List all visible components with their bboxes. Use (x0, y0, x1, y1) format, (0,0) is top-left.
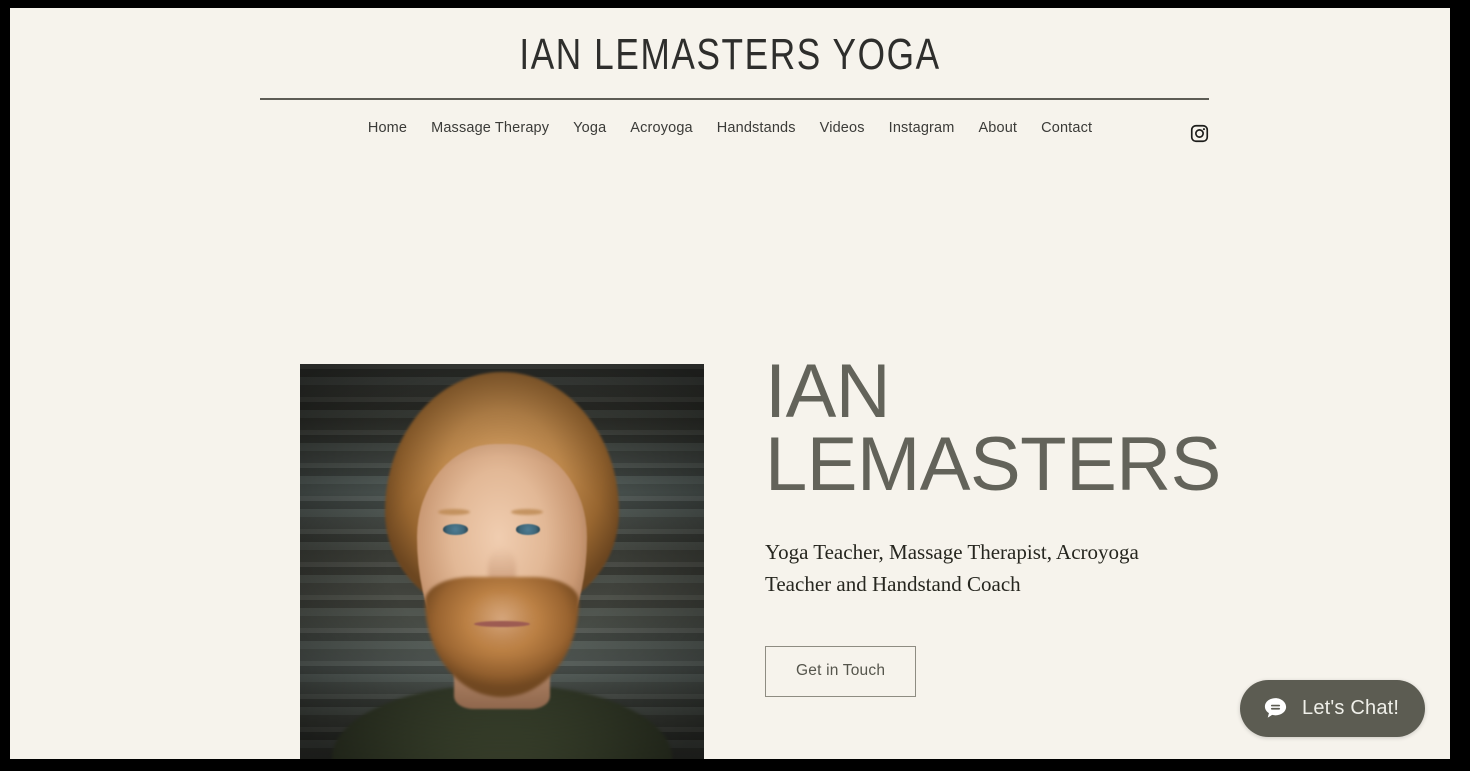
nav-item-about[interactable]: About (966, 116, 1029, 140)
nav-list: Home Massage Therapy Yoga Acroyoga Hands… (10, 116, 1450, 140)
hero-section: IAN LEMASTERS Yoga Teacher, Massage Ther… (10, 166, 1450, 759)
portrait-face (417, 444, 587, 677)
nav-item-acroyoga[interactable]: Acroyoga (618, 116, 704, 140)
chat-bubble-icon (1264, 698, 1287, 718)
chat-widget-label: Let's Chat! (1302, 697, 1400, 719)
nav-item-instagram[interactable]: Instagram (877, 116, 967, 140)
portrait-brow-right (510, 509, 544, 516)
portrait-brow-left (438, 509, 471, 516)
hero-heading: IAN LEMASTERS (765, 349, 1235, 507)
nav-item-yoga[interactable]: Yoga (561, 116, 618, 140)
portrait-eye-right (516, 524, 541, 535)
nav-item-contact[interactable]: Contact (1029, 116, 1104, 140)
portrait-mouth (473, 620, 531, 628)
hero-tagline: Yoga Teacher, Massage Therapist, Acroyog… (765, 539, 1139, 597)
portrait-shirt (332, 684, 672, 759)
portrait-hair (384, 372, 620, 613)
nav-item-massage-therapy[interactable]: Massage Therapy (419, 116, 561, 140)
get-in-touch-button[interactable]: Get in Touch (765, 646, 917, 697)
portrait-neck (453, 644, 551, 709)
site-header: IAN LEMASTERS YOGA (10, 8, 1450, 106)
chat-widget[interactable]: Let's Chat! (1240, 680, 1426, 737)
site-title: IAN LEMASTERS YOGA (519, 30, 941, 79)
nav-item-videos[interactable]: Videos (808, 116, 877, 140)
nav-item-handstands[interactable]: Handstands (705, 116, 808, 140)
hero-heading-line-1: IAN (765, 349, 891, 434)
site-canvas: IAN LEMASTERS YOGA Home Massage Therapy … (10, 8, 1450, 759)
social-links (1190, 124, 1209, 143)
nav-item-home[interactable]: Home (356, 116, 419, 140)
header-divider (260, 98, 1209, 100)
main-navigation: Home Massage Therapy Yoga Acroyoga Hands… (10, 106, 1450, 166)
portrait-nose (487, 548, 517, 593)
portrait-beard (425, 576, 579, 697)
portrait-image (300, 364, 704, 759)
portrait-eye-left (443, 524, 468, 535)
portrait-photo-canvas (300, 364, 704, 759)
hero-text-block: IAN LEMASTERS Yoga Teacher, Massage Ther… (765, 349, 1235, 697)
instagram-icon[interactable] (1190, 124, 1209, 143)
hero-heading-line-2: LEMASTERS (765, 421, 1221, 507)
